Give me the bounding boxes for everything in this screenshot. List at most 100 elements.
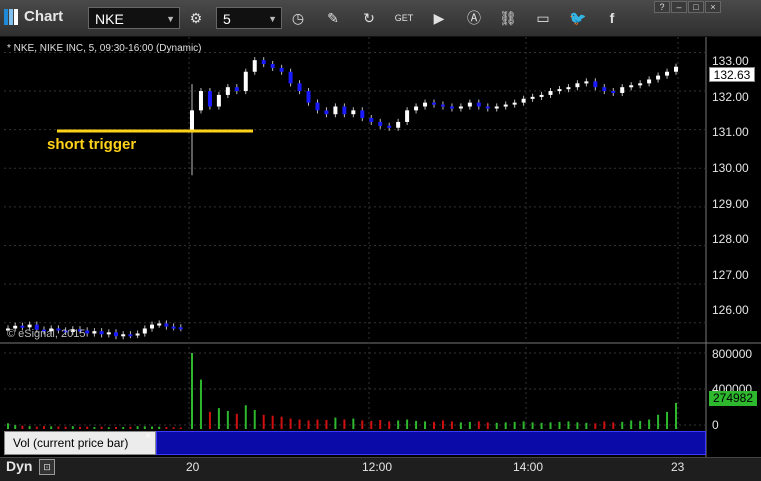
volume-bar <box>179 427 182 429</box>
candle-body <box>387 125 392 128</box>
annotation-short-trigger[interactable]: short trigger <box>47 136 136 153</box>
close-icon[interactable]: × <box>145 431 151 442</box>
candle-body <box>423 102 428 107</box>
volume-bar <box>450 421 453 429</box>
volume-bar <box>433 421 435 429</box>
candle-body <box>449 106 454 109</box>
time-tick: 23 <box>671 460 685 474</box>
candle-body <box>494 106 499 109</box>
volume-bar <box>334 417 337 429</box>
clock-icon[interactable]: ◷ <box>288 8 308 28</box>
volume-bar <box>71 426 74 429</box>
candle-body <box>324 110 329 115</box>
interval-input[interactable]: 5 ▼ <box>216 7 282 29</box>
volume-bar <box>107 427 110 429</box>
candle-body <box>297 83 302 92</box>
candle-body <box>432 102 436 105</box>
last-volume-tag: 274982 <box>709 391 757 406</box>
volume-bar <box>43 426 45 429</box>
volume-bar <box>370 420 373 429</box>
fit-icon[interactable]: ⊡ <box>39 459 55 475</box>
candle-body <box>128 334 133 337</box>
volume-bar <box>325 419 328 429</box>
twitter-icon[interactable]: 🐦 <box>568 8 588 28</box>
volume-bar <box>459 422 462 429</box>
volume-bar <box>271 415 274 429</box>
play-icon[interactable]: ▶ <box>429 8 449 28</box>
help-button[interactable]: ? <box>654 1 670 13</box>
volume-bar <box>424 421 427 429</box>
alert-icon[interactable]: Ⓐ <box>464 8 484 28</box>
gear-icon[interactable]: ⚙ <box>186 8 206 28</box>
candle-body <box>270 64 275 68</box>
volume-study-bar[interactable] <box>156 431 706 455</box>
candle-body <box>602 87 607 92</box>
volume-bar <box>675 402 677 429</box>
close-button[interactable]: × <box>705 1 721 13</box>
candle-body <box>85 330 90 334</box>
candle-body <box>288 71 293 84</box>
volume-bar <box>172 427 175 429</box>
volume-bar <box>567 421 570 429</box>
price-tick: 130.00 <box>712 161 749 175</box>
candle-body <box>584 81 589 84</box>
candle-body <box>557 89 562 92</box>
candle-body <box>566 87 571 90</box>
volume-bar <box>93 427 96 429</box>
volume-bar <box>549 422 552 429</box>
candle-body <box>333 106 338 115</box>
volume-bar <box>79 426 81 429</box>
maximize-button[interactable]: □ <box>688 1 704 13</box>
volume-bar <box>630 420 633 429</box>
candle-body <box>342 106 347 115</box>
minimize-button[interactable]: – <box>671 1 687 13</box>
volume-bar <box>468 421 471 429</box>
chat-icon[interactable]: ▭ <box>533 8 553 28</box>
volume-bar <box>397 420 400 429</box>
facebook-icon[interactable]: f <box>602 8 622 28</box>
volume-bar <box>143 426 146 429</box>
volume-bar <box>621 421 624 429</box>
candle-body <box>252 60 257 72</box>
candle-body <box>396 121 401 128</box>
volume-bar <box>122 427 125 429</box>
volume-bar <box>199 379 202 429</box>
chevron-down-icon[interactable]: ▼ <box>166 8 175 30</box>
symbol-input[interactable]: NKE ▼ <box>88 7 180 29</box>
volume-bar <box>594 423 597 429</box>
volume-bar <box>217 408 220 429</box>
chevron-down-icon[interactable]: ▼ <box>268 8 277 30</box>
candle-body <box>440 104 445 107</box>
time-tick: 14:00 <box>513 460 544 474</box>
volume-bar <box>86 426 89 429</box>
candle-body <box>114 332 118 337</box>
link-icon[interactable]: ⛓ <box>498 8 518 28</box>
volume-bar <box>28 426 31 429</box>
volume-bar <box>486 422 489 429</box>
price-tick: 129.00 <box>712 197 749 211</box>
get-icon[interactable]: GET <box>394 8 414 28</box>
volume-bar <box>64 426 67 429</box>
app-title-text: Chart <box>24 8 64 25</box>
pen-icon[interactable]: ✎ <box>323 8 343 28</box>
volume-bar <box>522 421 525 429</box>
volume-bar <box>603 421 606 429</box>
volume-study-label[interactable]: Vol (current price bar) <box>4 431 156 455</box>
candle-body <box>178 327 183 330</box>
volume-bar <box>158 426 161 429</box>
candle-body <box>503 104 508 107</box>
volume-bar <box>208 411 211 429</box>
volume-bar <box>57 426 60 429</box>
dynamic-mode-label[interactable]: Dyn <box>6 458 32 474</box>
candle-body <box>476 102 481 107</box>
volume-bar <box>307 420 310 429</box>
candle-body <box>647 79 652 84</box>
candle-body <box>261 60 266 65</box>
price-chart[interactable] <box>0 37 761 457</box>
refresh-icon[interactable]: ↻ <box>359 8 379 28</box>
volume-bar <box>540 422 543 429</box>
candle-body <box>539 94 544 97</box>
chart-header: * NKE, NIKE INC, 5, 09:30-16:00 (Dynamic… <box>7 43 202 54</box>
candle-body <box>369 118 374 122</box>
copyright: © eSignal, 2015 <box>7 328 86 340</box>
